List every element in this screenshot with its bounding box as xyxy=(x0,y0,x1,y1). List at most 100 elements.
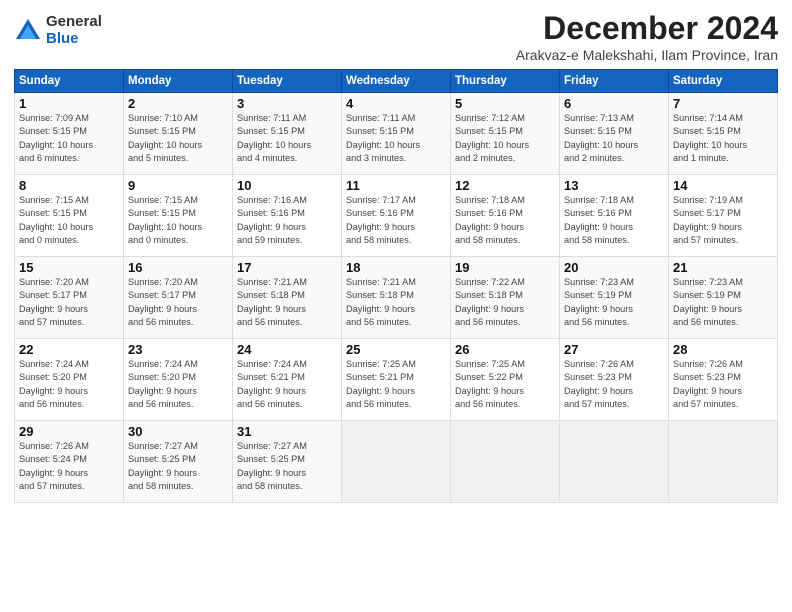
calendar-cell: 22Sunrise: 7:24 AM Sunset: 5:20 PM Dayli… xyxy=(15,339,124,421)
day-info: Sunrise: 7:11 AM Sunset: 5:15 PM Dayligh… xyxy=(346,112,446,165)
day-number: 6 xyxy=(564,96,664,111)
calendar-week: 1Sunrise: 7:09 AM Sunset: 5:15 PM Daylig… xyxy=(15,93,778,175)
calendar-cell: 28Sunrise: 7:26 AM Sunset: 5:23 PM Dayli… xyxy=(669,339,778,421)
calendar-cell: 3Sunrise: 7:11 AM Sunset: 5:15 PM Daylig… xyxy=(233,93,342,175)
day-info: Sunrise: 7:17 AM Sunset: 5:16 PM Dayligh… xyxy=(346,194,446,247)
calendar-cell xyxy=(451,421,560,503)
day-number: 2 xyxy=(128,96,228,111)
calendar-cell: 6Sunrise: 7:13 AM Sunset: 5:15 PM Daylig… xyxy=(560,93,669,175)
calendar-cell xyxy=(669,421,778,503)
day-number: 8 xyxy=(19,178,119,193)
logo-text-blue: Blue xyxy=(46,31,102,48)
day-info: Sunrise: 7:22 AM Sunset: 5:18 PM Dayligh… xyxy=(455,276,555,329)
day-number: 24 xyxy=(237,342,337,357)
day-number: 11 xyxy=(346,178,446,193)
page-container: General Blue December 2024 Arakvaz-e Mal… xyxy=(0,0,792,513)
calendar-week: 8 Sunrise: 7:15 AM Sunset: 5:15 PM Daylig… xyxy=(15,175,778,257)
calendar-cell: 23Sunrise: 7:24 AM Sunset: 5:20 PM Dayli… xyxy=(124,339,233,421)
day-info: Sunrise: 7:19 AM Sunset: 5:17 PM Dayligh… xyxy=(673,194,773,247)
calendar-week: 29Sunrise: 7:26 AM Sunset: 5:24 PM Dayli… xyxy=(15,421,778,503)
col-tuesday: Tuesday xyxy=(233,70,342,93)
calendar-cell: 21Sunrise: 7:23 AM Sunset: 5:19 PM Dayli… xyxy=(669,257,778,339)
calendar-cell: 12Sunrise: 7:18 AM Sunset: 5:16 PM Dayli… xyxy=(451,175,560,257)
day-number: 26 xyxy=(455,342,555,357)
day-number: 10 xyxy=(237,178,337,193)
calendar-cell: 5Sunrise: 7:12 AM Sunset: 5:15 PM Daylig… xyxy=(451,93,560,175)
day-number: 19 xyxy=(455,260,555,275)
calendar-cell: 26Sunrise: 7:25 AM Sunset: 5:22 PM Dayli… xyxy=(451,339,560,421)
day-info: Sunrise: 7:26 AM Sunset: 5:23 PM Dayligh… xyxy=(564,358,664,411)
day-number: 28 xyxy=(673,342,773,357)
calendar-week: 15Sunrise: 7:20 AM Sunset: 5:17 PM Dayli… xyxy=(15,257,778,339)
day-info: Sunrise: 7:27 AM Sunset: 5:25 PM Dayligh… xyxy=(237,440,337,493)
calendar-cell: 14Sunrise: 7:19 AM Sunset: 5:17 PM Dayli… xyxy=(669,175,778,257)
day-number: 23 xyxy=(128,342,228,357)
day-info: Sunrise: 7:12 AM Sunset: 5:15 PM Dayligh… xyxy=(455,112,555,165)
calendar-cell: 9Sunrise: 7:15 AM Sunset: 5:15 PM Daylig… xyxy=(124,175,233,257)
day-info: Sunrise: 7:21 AM Sunset: 5:18 PM Dayligh… xyxy=(346,276,446,329)
day-info: Sunrise: 7:21 AM Sunset: 5:18 PM Dayligh… xyxy=(237,276,337,329)
day-number: 1 xyxy=(19,96,119,111)
calendar-table: Sunday Monday Tuesday Wednesday Thursday… xyxy=(14,69,778,503)
col-sunday: Sunday xyxy=(15,70,124,93)
day-info: Sunrise: 7:20 AM Sunset: 5:17 PM Dayligh… xyxy=(19,276,119,329)
calendar-cell: 25Sunrise: 7:25 AM Sunset: 5:21 PM Dayli… xyxy=(342,339,451,421)
day-number: 12 xyxy=(455,178,555,193)
calendar-cell: 30Sunrise: 7:27 AM Sunset: 5:25 PM Dayli… xyxy=(124,421,233,503)
month-title: December 2024 xyxy=(516,10,778,47)
location-title: Arakvaz-e Malekshahi, Ilam Province, Ira… xyxy=(516,47,778,63)
day-info: Sunrise: 7:24 AM Sunset: 5:21 PM Dayligh… xyxy=(237,358,337,411)
day-info: Sunrise: 7:13 AM Sunset: 5:15 PM Dayligh… xyxy=(564,112,664,165)
header: General Blue December 2024 Arakvaz-e Mal… xyxy=(14,10,778,63)
day-number: 31 xyxy=(237,424,337,439)
day-info: Sunrise: 7:24 AM Sunset: 5:20 PM Dayligh… xyxy=(128,358,228,411)
day-number: 7 xyxy=(673,96,773,111)
title-block: December 2024 Arakvaz-e Malekshahi, Ilam… xyxy=(516,10,778,63)
day-info: Sunrise: 7:20 AM Sunset: 5:17 PM Dayligh… xyxy=(128,276,228,329)
calendar-cell xyxy=(342,421,451,503)
calendar-cell: 2Sunrise: 7:10 AM Sunset: 5:15 PM Daylig… xyxy=(124,93,233,175)
calendar-cell: 18Sunrise: 7:21 AM Sunset: 5:18 PM Dayli… xyxy=(342,257,451,339)
calendar-cell: 29Sunrise: 7:26 AM Sunset: 5:24 PM Dayli… xyxy=(15,421,124,503)
day-info: Sunrise: 7:18 AM Sunset: 5:16 PM Dayligh… xyxy=(455,194,555,247)
calendar-cell: 4Sunrise: 7:11 AM Sunset: 5:15 PM Daylig… xyxy=(342,93,451,175)
logo: General Blue xyxy=(14,14,102,47)
day-info: Sunrise: 7:18 AM Sunset: 5:16 PM Dayligh… xyxy=(564,194,664,247)
calendar-cell: 16Sunrise: 7:20 AM Sunset: 5:17 PM Dayli… xyxy=(124,257,233,339)
day-number: 9 xyxy=(128,178,228,193)
day-info: Sunrise: 7:26 AM Sunset: 5:23 PM Dayligh… xyxy=(673,358,773,411)
col-friday: Friday xyxy=(560,70,669,93)
day-number: 13 xyxy=(564,178,664,193)
day-number: 21 xyxy=(673,260,773,275)
col-thursday: Thursday xyxy=(451,70,560,93)
col-monday: Monday xyxy=(124,70,233,93)
day-info: Sunrise: 7:26 AM Sunset: 5:24 PM Dayligh… xyxy=(19,440,119,493)
day-info: Sunrise: 7:23 AM Sunset: 5:19 PM Dayligh… xyxy=(673,276,773,329)
logo-icon xyxy=(14,17,42,45)
day-info: Sunrise: 7:16 AM Sunset: 5:16 PM Dayligh… xyxy=(237,194,337,247)
day-info: Sunrise: 7:27 AM Sunset: 5:25 PM Dayligh… xyxy=(128,440,228,493)
day-number: 18 xyxy=(346,260,446,275)
day-number: 25 xyxy=(346,342,446,357)
day-info: Sunrise: 7:25 AM Sunset: 5:22 PM Dayligh… xyxy=(455,358,555,411)
header-row: Sunday Monday Tuesday Wednesday Thursday… xyxy=(15,70,778,93)
day-info: Sunrise: 7:15 AM Sunset: 5:15 PM Dayligh… xyxy=(128,194,228,247)
calendar-cell: 1Sunrise: 7:09 AM Sunset: 5:15 PM Daylig… xyxy=(15,93,124,175)
calendar-cell: 10Sunrise: 7:16 AM Sunset: 5:16 PM Dayli… xyxy=(233,175,342,257)
calendar-cell: 19Sunrise: 7:22 AM Sunset: 5:18 PM Dayli… xyxy=(451,257,560,339)
day-number: 27 xyxy=(564,342,664,357)
calendar-cell: 11Sunrise: 7:17 AM Sunset: 5:16 PM Dayli… xyxy=(342,175,451,257)
calendar-cell: 15Sunrise: 7:20 AM Sunset: 5:17 PM Dayli… xyxy=(15,257,124,339)
day-number: 30 xyxy=(128,424,228,439)
day-info: Sunrise: 7:25 AM Sunset: 5:21 PM Dayligh… xyxy=(346,358,446,411)
calendar-cell: 20Sunrise: 7:23 AM Sunset: 5:19 PM Dayli… xyxy=(560,257,669,339)
calendar-cell xyxy=(560,421,669,503)
day-info: Sunrise: 7:14 AM Sunset: 5:15 PM Dayligh… xyxy=(673,112,773,165)
day-number: 16 xyxy=(128,260,228,275)
day-info: Sunrise: 7:10 AM Sunset: 5:15 PM Dayligh… xyxy=(128,112,228,165)
day-info: Sunrise: 7:23 AM Sunset: 5:19 PM Dayligh… xyxy=(564,276,664,329)
day-info: Sunrise: 7:24 AM Sunset: 5:20 PM Dayligh… xyxy=(19,358,119,411)
col-wednesday: Wednesday xyxy=(342,70,451,93)
logo-text-general: General xyxy=(46,14,102,31)
calendar-cell: 7Sunrise: 7:14 AM Sunset: 5:15 PM Daylig… xyxy=(669,93,778,175)
